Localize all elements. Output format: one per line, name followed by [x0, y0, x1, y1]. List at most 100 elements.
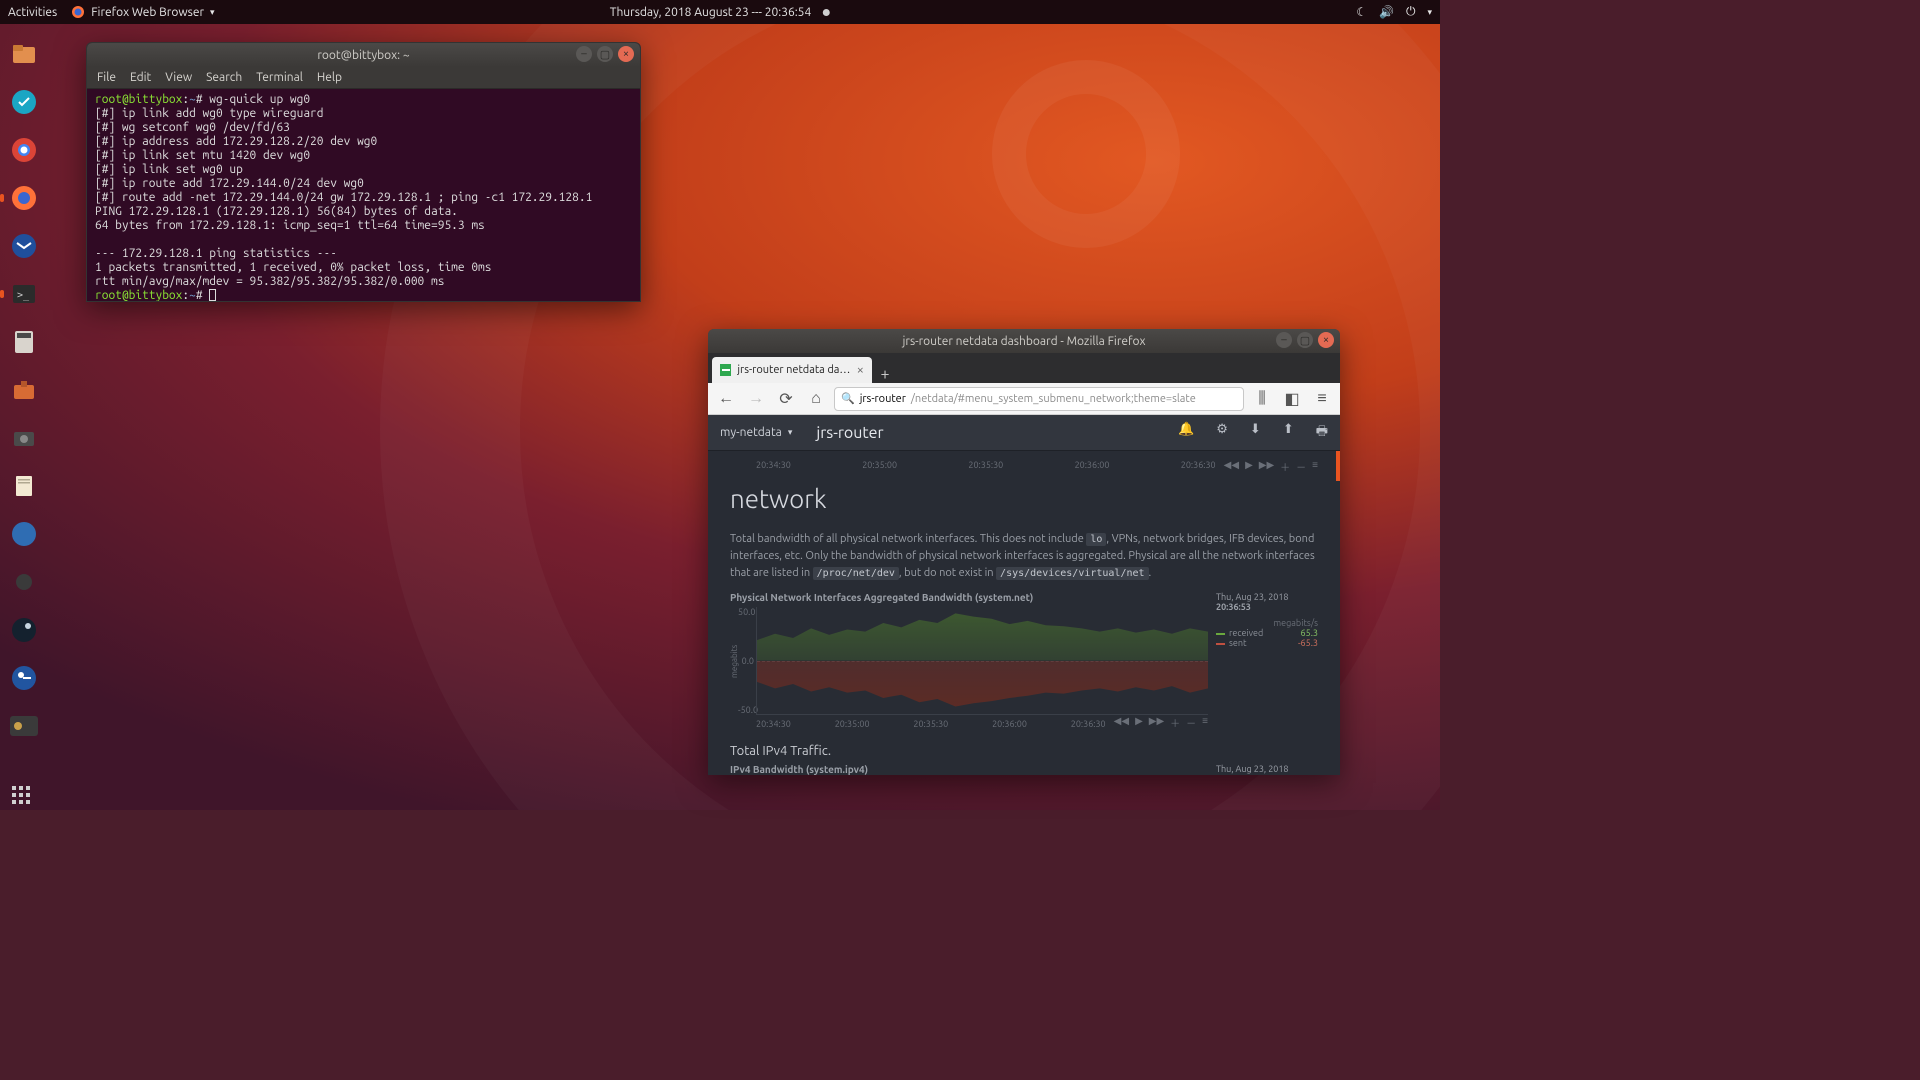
terminal-window: root@bittybox: ~ – ▢ × File Edit View Se…	[86, 42, 641, 302]
chart1[interactable]: megabits 50.00.0-50.0	[730, 607, 1208, 715]
section-description: Total bandwidth of all physical network …	[730, 531, 1318, 582]
panel-clock[interactable]: Thursday, 2018 August 23 --- 20:36:54	[610, 6, 830, 19]
firefox-toolbar: ← → ⟳ ⌂ 🔍 jrs-router/netdata/#menu_syste…	[708, 383, 1340, 415]
settings-icon[interactable]: ⚙	[1216, 422, 1228, 444]
chart-controls: ◀◀ ▶ ▶▶ ＋ － ≡	[1224, 459, 1318, 474]
volume-icon[interactable]: 🔊	[1379, 5, 1394, 19]
dock-chrome[interactable]	[4, 130, 44, 170]
forward-button[interactable]: →	[744, 387, 768, 411]
dock-firefox[interactable]	[4, 178, 44, 218]
activities-button[interactable]: Activities	[8, 6, 57, 19]
subsection-heading: Total IPv4 Traffic.	[730, 744, 1318, 758]
code-virtualnet: /sys/devices/virtual/net	[996, 567, 1149, 580]
dock-app-2[interactable]	[4, 562, 44, 602]
sidebar-button[interactable]: ◧	[1280, 387, 1304, 411]
legend-received[interactable]: received65.3	[1216, 628, 1318, 638]
gnome-top-panel: Activities Firefox Web Browser ▾ Thursda…	[0, 0, 1440, 24]
control-play-icon[interactable]: ▶	[1245, 459, 1253, 474]
control-resize-icon[interactable]: ≡	[1312, 459, 1318, 474]
control-minus-icon[interactable]: －	[1186, 715, 1196, 730]
menu-file[interactable]: File	[97, 71, 116, 84]
control-forward-icon[interactable]: ▶▶	[1259, 459, 1274, 474]
close-button[interactable]: ×	[1318, 332, 1334, 348]
close-button[interactable]: ×	[618, 46, 634, 62]
dock-calculator[interactable]	[4, 322, 44, 362]
legend-sent[interactable]: sent-65.3	[1216, 638, 1318, 648]
dock-obs[interactable]	[4, 706, 44, 746]
tab-close-icon[interactable]: ×	[857, 363, 864, 377]
home-button[interactable]: ⌂	[804, 387, 828, 411]
code-lo: lo	[1086, 533, 1106, 546]
dock-thunderbird[interactable]	[4, 226, 44, 266]
url-host: jrs-router	[860, 393, 906, 405]
firefox-titlebar[interactable]: jrs-router netdata dashboard - Mozilla F…	[708, 329, 1340, 353]
control-minus-icon[interactable]: －	[1296, 459, 1306, 474]
dock-keepass[interactable]	[4, 658, 44, 698]
dock-steam[interactable]	[4, 610, 44, 650]
recording-indicator-icon	[823, 9, 830, 16]
menu-help[interactable]: Help	[317, 71, 342, 84]
new-tab-button[interactable]: +	[872, 365, 898, 383]
terminal-body[interactable]: root@bittybox:~# wg-quick up wg0 [#] ip …	[87, 89, 640, 301]
power-icon[interactable]: ⏻	[1406, 5, 1416, 19]
control-forward-icon[interactable]: ▶▶	[1149, 715, 1164, 730]
dock-files[interactable]	[4, 34, 44, 74]
dock-editor[interactable]	[4, 466, 44, 506]
maximize-button[interactable]: ▢	[1297, 332, 1313, 348]
firefox-window: jrs-router netdata dashboard - Mozilla F…	[708, 329, 1340, 775]
hamburger-menu-button[interactable]: ≡	[1310, 387, 1334, 411]
back-button[interactable]: ←	[714, 387, 738, 411]
terminal-title-text: root@bittybox: ~	[317, 49, 409, 62]
series-sent	[757, 661, 1208, 715]
code-procnetdev: /proc/net/dev	[813, 567, 899, 580]
chart1-title: Physical Network Interfaces Aggregated B…	[730, 592, 1208, 603]
maximize-button[interactable]: ▢	[597, 46, 613, 62]
control-rewind-icon[interactable]: ◀◀	[1114, 715, 1129, 730]
browser-tab[interactable]: jrs-router netdata dashb ×	[712, 357, 872, 383]
control-play-icon[interactable]: ▶	[1135, 715, 1143, 730]
menu-edit[interactable]: Edit	[130, 71, 151, 84]
chart2-title: IPv4 Bandwidth (system.ipv4)	[730, 764, 1208, 775]
control-rewind-icon[interactable]: ◀◀	[1224, 459, 1239, 474]
firefox-title-text: jrs-router netdata dashboard - Mozilla F…	[902, 335, 1145, 348]
dock-terminal[interactable]: >_	[4, 274, 44, 314]
upload-icon[interactable]: ⬆	[1283, 422, 1294, 444]
top-time-ticks: 20:34:3020:35:0020:35:3020:36:0020:36:30	[730, 460, 1216, 474]
menu-terminal[interactable]: Terminal	[256, 71, 303, 84]
netdata-host-link[interactable]: jrs-router	[816, 424, 883, 442]
control-plus-icon[interactable]: ＋	[1170, 715, 1180, 730]
reload-button[interactable]: ⟳	[774, 387, 798, 411]
minimize-button[interactable]: –	[576, 46, 592, 62]
brand-label: my-netdata	[720, 426, 782, 439]
chart1-legend: Thu, Aug 23, 2018 20:36:53 megabits/s re…	[1208, 592, 1318, 730]
minimize-button[interactable]: –	[1276, 332, 1292, 348]
chart1-time-ticks: 20:34:3020:35:0020:35:3020:36:0020:36:30	[730, 719, 1106, 729]
show-applications-icon[interactable]	[12, 786, 30, 804]
terminal-titlebar[interactable]: root@bittybox: ~ – ▢ ×	[87, 43, 640, 67]
url-bar[interactable]: 🔍 jrs-router/netdata/#menu_system_submen…	[834, 387, 1244, 411]
library-button[interactable]: ⫼	[1250, 387, 1274, 411]
panel-app-menu[interactable]: Firefox Web Browser ▾	[71, 5, 214, 19]
menu-search[interactable]: Search	[206, 71, 242, 84]
firefox-icon	[71, 5, 85, 19]
chart1-controls: ◀◀ ▶ ▶▶ ＋ － ≡	[1114, 715, 1208, 730]
section-heading: network	[730, 484, 1318, 513]
netdata-brand-dropdown[interactable]: my-netdata ▾	[720, 426, 792, 439]
menu-view[interactable]: View	[165, 71, 192, 84]
system-menu-caret-icon[interactable]: ▾	[1427, 7, 1432, 18]
dock-app-1[interactable]	[4, 514, 44, 554]
ubuntu-dock: >_	[0, 24, 48, 810]
dock-screenshot[interactable]	[4, 418, 44, 458]
alarms-icon[interactable]: 🔔	[1178, 422, 1194, 444]
y-ticks: 50.00.0-50.0	[738, 607, 756, 715]
print-icon[interactable]: 🖶	[1316, 422, 1328, 444]
dock-software[interactable]	[4, 370, 44, 410]
y-axis-label: megabits	[730, 607, 738, 715]
control-plus-icon[interactable]: ＋	[1280, 459, 1290, 474]
dock-todo[interactable]	[4, 82, 44, 122]
series-received	[757, 607, 1208, 661]
night-light-icon[interactable]: ☾	[1356, 5, 1367, 19]
clock-text: Thursday, 2018 August 23 --- 20:36:54	[610, 6, 811, 19]
caret-down-icon: ▾	[788, 427, 793, 438]
download-icon[interactable]: ⬇	[1250, 422, 1261, 444]
